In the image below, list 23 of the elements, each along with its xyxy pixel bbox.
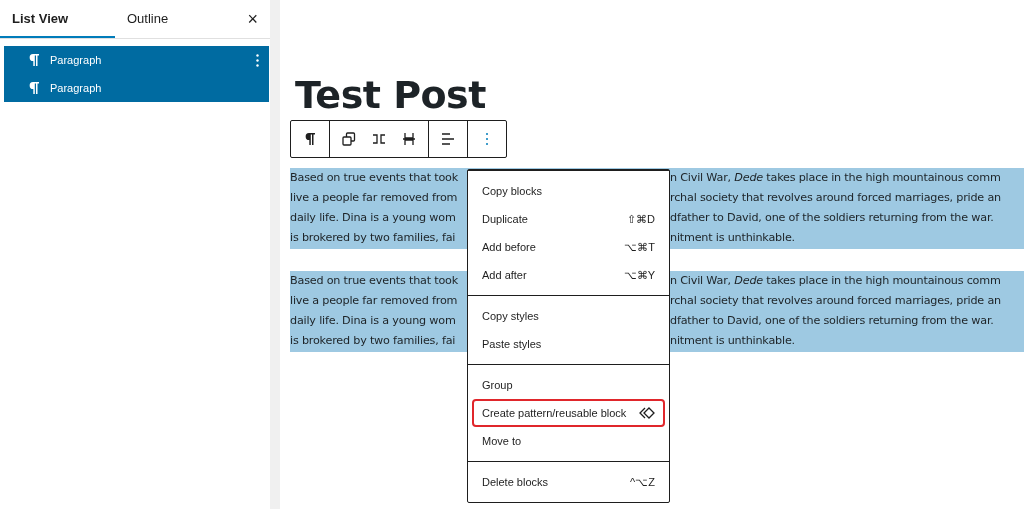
paragraph-text: dfather to David, one of the soldiers returning from the war. bbox=[670, 210, 994, 226]
shortcut-text: ⌥⌘Y bbox=[623, 268, 655, 282]
paragraph-text: rchal society that revolves around forced marriages, pride an bbox=[670, 190, 1001, 206]
post-title: Test Post bbox=[295, 72, 486, 118]
paragraph-text: daily life. Dina is a young wom bbox=[290, 210, 457, 226]
paragraph-text: live a people far removed from bbox=[290, 190, 459, 206]
shortcut-text: ⇧⌘D bbox=[627, 212, 655, 226]
paragraph-text: live a people far removed from bbox=[290, 293, 459, 309]
paragraph-text: is brokered by two families, fai bbox=[290, 230, 457, 246]
paragraph-text: Based on true events that took bbox=[290, 273, 459, 289]
paragraph-text: nitment is unthinkable. bbox=[670, 333, 795, 349]
paragraph-text: is brokered by two families, fai bbox=[290, 333, 457, 349]
paragraph-text: n Civil War, Dede takes place in the high mountainous comm bbox=[670, 170, 1001, 186]
paragraph-text: dfather to David, one of the soldiers returning from the war. bbox=[670, 313, 994, 329]
item-label: Paragraph bbox=[50, 54, 103, 66]
paragraph-text: daily life. Dina is a young wom bbox=[290, 313, 457, 329]
shortcut-text: ^⌥Z bbox=[630, 475, 655, 489]
paragraph-text: n Civil War, Dede takes place in the high mountainous comm bbox=[670, 273, 1001, 289]
paragraph-text: rchal society that revolves around forced marriages, pride an bbox=[670, 293, 1001, 309]
item-label: Paragraph bbox=[50, 82, 103, 94]
shortcut-text: ⌥⌘T bbox=[624, 240, 655, 254]
paragraph-text: nitment is unthinkable. bbox=[670, 230, 795, 246]
paragraph-text: Based on true events that took bbox=[290, 170, 459, 186]
